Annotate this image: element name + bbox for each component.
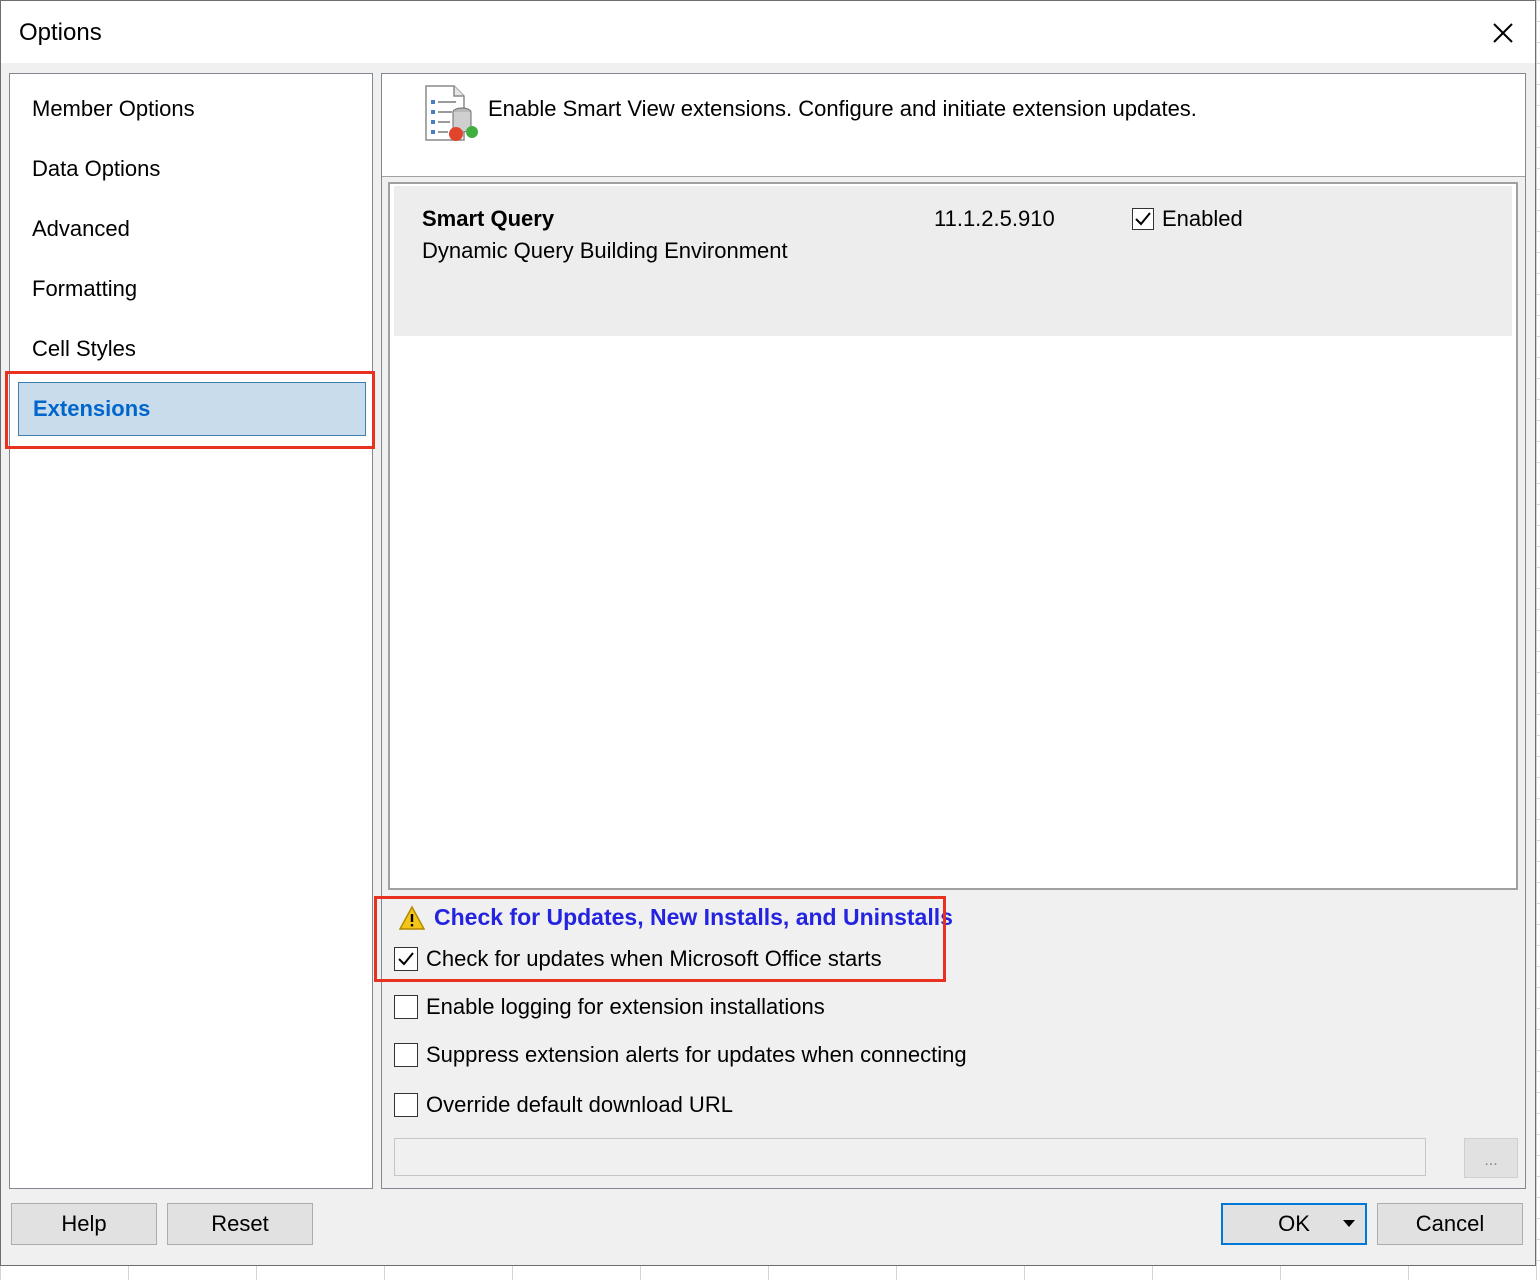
chevron-down-icon[interactable]: [1343, 1220, 1355, 1228]
download-url-input[interactable]: [394, 1138, 1426, 1176]
ok-split-button[interactable]: OK: [1221, 1203, 1367, 1245]
checkbox-unchecked-icon: [394, 1093, 418, 1117]
nav-item-extensions[interactable]: Extensions: [18, 382, 366, 436]
close-icon: [1493, 23, 1513, 43]
suppress-alerts-label: Suppress extension alerts for updates wh…: [426, 1042, 967, 1067]
check-updates-link[interactable]: Check for Updates, New Installs, and Uni…: [398, 904, 953, 931]
extensions-icon: [425, 85, 478, 141]
browse-url-button[interactable]: ...: [1464, 1138, 1518, 1178]
extensions-list: Smart Query Dynamic Query Building Envir…: [388, 182, 1518, 890]
options-nav: Member Options Data Options Advanced For…: [9, 73, 373, 1189]
cancel-button[interactable]: Cancel: [1377, 1203, 1523, 1245]
check-updates-on-start-label: Check for updates when Microsoft Office …: [426, 946, 882, 971]
nav-item-cell-styles[interactable]: Cell Styles: [18, 322, 366, 376]
enable-logging-label: Enable logging for extension installatio…: [426, 994, 825, 1019]
check-updates-on-start-checkbox[interactable]: Check for updates when Microsoft Office …: [394, 946, 882, 972]
extension-row[interactable]: Smart Query Dynamic Query Building Envir…: [394, 186, 1512, 336]
nav-item-advanced[interactable]: Advanced: [18, 202, 366, 256]
options-dialog: Options Member Options Data Options Adva…: [0, 0, 1536, 1266]
nav-item-formatting[interactable]: Formatting: [18, 262, 366, 316]
nav-item-data-options[interactable]: Data Options: [18, 142, 366, 196]
reset-button[interactable]: Reset: [167, 1203, 313, 1245]
checkbox-unchecked-icon: [394, 995, 418, 1019]
warning-icon: [398, 904, 426, 930]
extension-name: Smart Query: [422, 206, 555, 231]
extension-version: 11.1.2.5.910: [934, 206, 1055, 231]
override-url-checkbox[interactable]: Override default download URL: [394, 1092, 733, 1118]
suppress-alerts-checkbox[interactable]: Suppress extension alerts for updates wh…: [394, 1042, 967, 1068]
help-button[interactable]: Help: [11, 1203, 157, 1245]
checkbox-unchecked-icon: [394, 1043, 418, 1067]
ok-button-label: OK: [1278, 1211, 1310, 1236]
window-title: Options: [19, 19, 102, 46]
extensions-header: Enable Smart View extensions. Configure …: [382, 74, 1525, 177]
close-button[interactable]: [1481, 11, 1525, 55]
enable-logging-checkbox[interactable]: Enable logging for extension installatio…: [394, 994, 825, 1020]
extension-enabled-checkbox[interactable]: Enabled: [1132, 206, 1243, 232]
checkbox-checked-icon: [394, 947, 418, 971]
extensions-pane: Enable Smart View extensions. Configure …: [374, 73, 1526, 1189]
update-options-section: Check for Updates, New Installs, and Uni…: [374, 892, 1525, 1188]
extensions-header-text: Enable Smart View extensions. Configure …: [488, 96, 1197, 121]
checkbox-checked-icon: [1132, 208, 1154, 230]
extension-enabled-label: Enabled: [1162, 206, 1243, 231]
nav-item-member-options[interactable]: Member Options: [18, 82, 366, 136]
extension-description: Dynamic Query Building Environment: [422, 238, 788, 263]
check-updates-link-label: Check for Updates, New Installs, and Uni…: [434, 904, 953, 930]
override-url-label: Override default download URL: [426, 1092, 733, 1117]
title-bar: Options: [1, 1, 1535, 63]
